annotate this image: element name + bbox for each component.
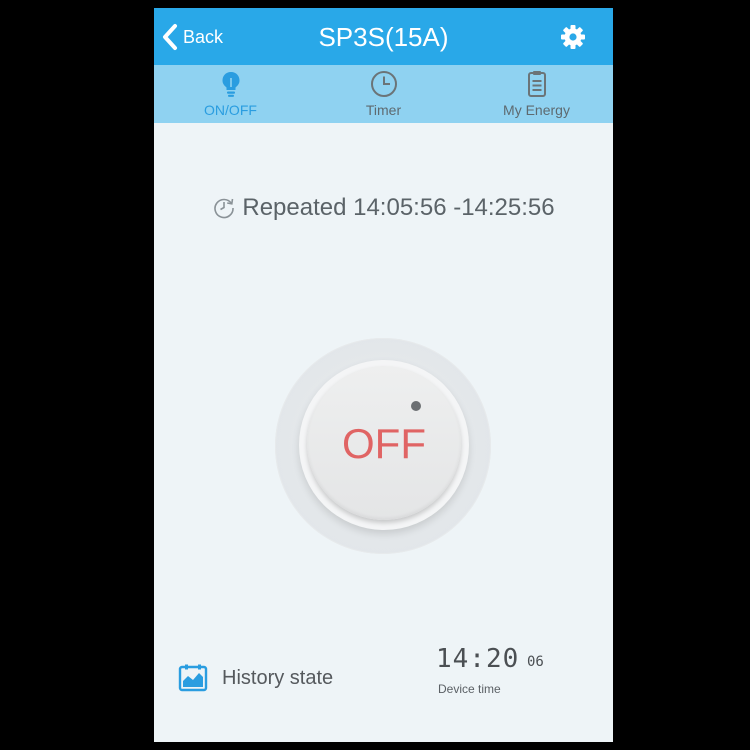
tab-bar: ON/OFF Timer My Energy [154, 65, 613, 123]
tab-timer[interactable]: Timer [307, 65, 460, 123]
clipboard-icon [527, 71, 546, 97]
device-time-display: 14:20 06 [436, 644, 576, 674]
tab-label: Timer [365, 102, 402, 118]
repeat-schedule: Repeated 14:05:56 -14:25:56 [154, 194, 613, 222]
clock-icon [370, 71, 397, 97]
power-toggle-button[interactable]: OFF [307, 366, 461, 520]
tab-label: ON/OFF [204, 102, 257, 118]
device-time-hours-minutes: 14:20 [436, 644, 520, 674]
power-state-label: OFF [342, 420, 426, 467]
page-title: SP3S(15A) [318, 22, 449, 52]
tab-my-energy[interactable]: My Energy [460, 65, 613, 123]
lightbulb-icon [222, 72, 239, 97]
tab-label: My Energy [503, 102, 570, 118]
repeat-clock-icon [214, 198, 235, 219]
gear-icon[interactable] [559, 23, 587, 51]
top-bar: Back SP3S(15A) [154, 8, 613, 65]
repeat-schedule-text: Repeated 14:05:56 -14:25:56 [242, 194, 555, 221]
app-screen: Back SP3S(15A) ON/OFF Timer My Energy Re… [154, 8, 613, 742]
history-state-label: History state [222, 666, 334, 689]
history-state-button[interactable]: History state [178, 662, 333, 694]
device-time-seconds: 06 [527, 654, 544, 670]
indicator-dot [411, 401, 421, 411]
device-time-label: Device time [438, 682, 501, 696]
chart-calendar-icon [178, 664, 208, 692]
tab-on-off[interactable]: ON/OFF [154, 65, 307, 123]
